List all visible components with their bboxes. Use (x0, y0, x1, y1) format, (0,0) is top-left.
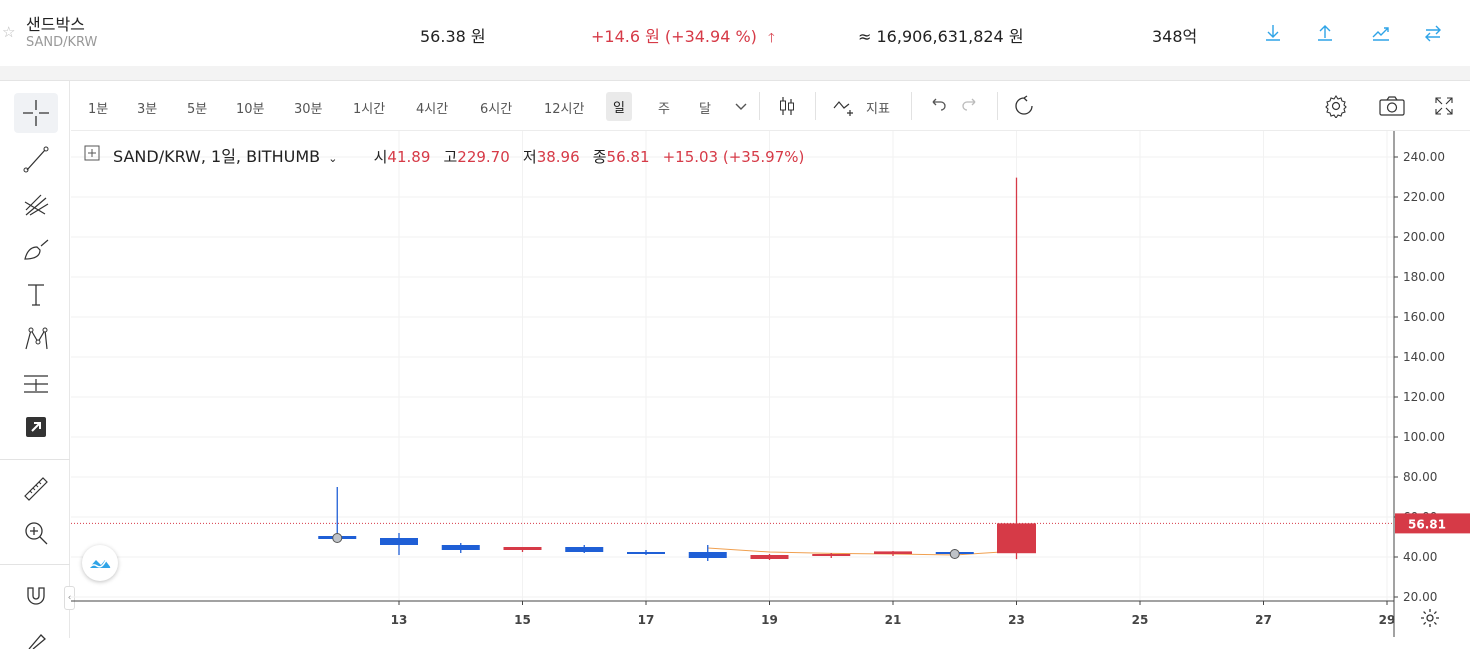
event-marker (332, 533, 343, 543)
y-tick-label: 80.00 (1403, 470, 1437, 484)
x-tick-label: 21 (885, 613, 902, 627)
expand-legend-icon[interactable] (84, 145, 100, 161)
tradingview-logo[interactable] (82, 545, 118, 581)
x-tick-label: 13 (391, 613, 408, 627)
chart-legend: SAND/KRW, 1일, BITHUMB ⌄ 시41.89 고229.70 저… (113, 143, 804, 167)
legend-open: 41.89 (387, 148, 431, 166)
x-tick-label: 29 (1379, 613, 1396, 627)
candle-body (874, 551, 912, 554)
y-tick-label: 220.00 (1403, 190, 1445, 204)
candle-body (997, 523, 1036, 554)
chevron-down-icon[interactable]: ⌄ (328, 152, 337, 165)
legend-symbol[interactable]: SAND/KRW, 1일, BITHUMB (113, 147, 320, 166)
legend-low: 38.96 (536, 148, 580, 166)
candle-body (812, 554, 851, 556)
legend-high-label: 고 (443, 148, 458, 166)
legend-close: 56.81 (606, 148, 650, 166)
candle-body (688, 552, 727, 558)
y-tick-label: 100.00 (1403, 430, 1445, 444)
axis-settings-icon[interactable] (1418, 606, 1442, 630)
legend-change: +15.03 (+35.97%) (662, 148, 805, 166)
candle-body (565, 547, 604, 552)
x-tick-label: 25 (1132, 613, 1149, 627)
y-tick-label: 180.00 (1403, 270, 1445, 284)
x-tick-label: 17 (638, 613, 655, 627)
y-tick-label: 140.00 (1403, 350, 1445, 364)
candle-body (627, 552, 665, 554)
x-tick-label: 23 (1008, 613, 1025, 627)
legend-open-label: 시 (373, 148, 388, 166)
y-tick-label: 160.00 (1403, 310, 1445, 324)
y-tick-label: 20.00 (1403, 590, 1437, 604)
price-chart[interactable]: 20.0040.0060.0080.00100.00120.00140.0016… (0, 0, 1470, 637)
x-tick-label: 15 (514, 613, 531, 627)
y-tick-label: 240.00 (1403, 150, 1445, 164)
legend-low-label: 저 (522, 148, 537, 166)
last-price-label: 56.81 (1408, 517, 1446, 531)
y-tick-label: 200.00 (1403, 230, 1445, 244)
y-tick-label: 40.00 (1403, 550, 1437, 564)
candle-body (750, 555, 789, 559)
x-tick-label: 19 (761, 613, 778, 627)
x-tick-label: 27 (1255, 613, 1272, 627)
candle-body (503, 547, 542, 550)
event-marker (949, 549, 960, 559)
legend-high: 229.70 (457, 148, 510, 166)
legend-close-label: 종 (592, 148, 607, 166)
candle-body (441, 545, 480, 550)
cloud-logo-icon (88, 558, 112, 569)
y-tick-label: 120.00 (1403, 390, 1445, 404)
candle-body (380, 538, 418, 545)
